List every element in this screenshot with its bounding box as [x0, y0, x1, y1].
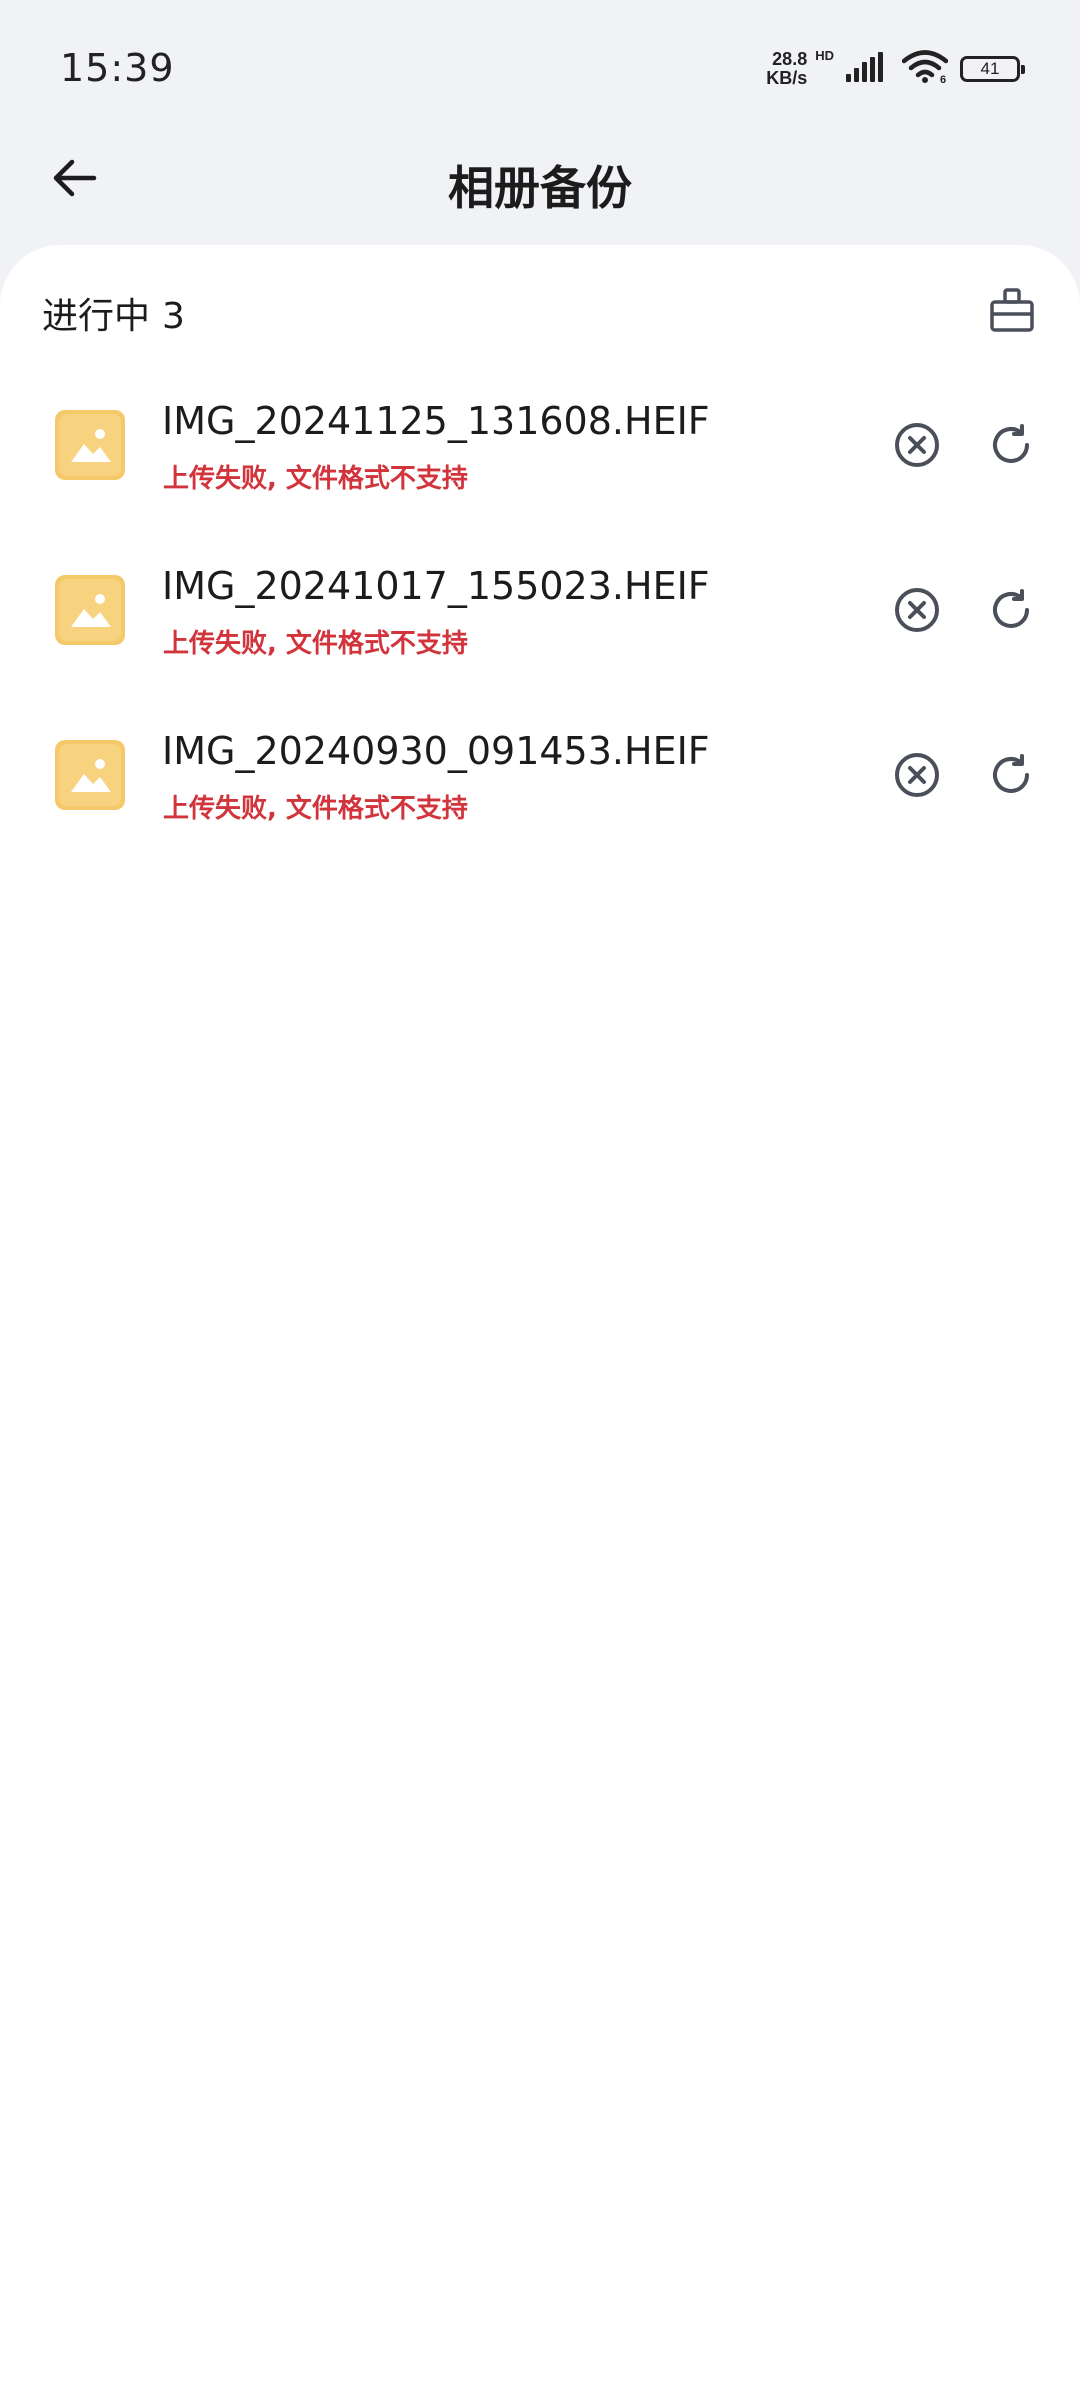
hd-badge: HD — [815, 48, 834, 63]
retry-button[interactable] — [984, 420, 1038, 474]
page-title: 相册备份 — [448, 161, 632, 215]
image-icon — [55, 410, 125, 480]
clear-button[interactable] — [984, 285, 1040, 341]
file-status: 上传失败, 文件格式不支持 — [163, 464, 468, 494]
upload-list-card: 进行中 3 IMG_20241125_131608.HEIF 上传失败, 文件格… — [0, 245, 1080, 2400]
wifi-icon: 6 — [901, 50, 949, 88]
refresh-icon — [987, 751, 1035, 803]
close-circle-icon — [893, 751, 941, 803]
file-name: IMG_20241125_131608.HEIF — [162, 399, 710, 443]
broom-icon — [987, 286, 1037, 340]
section-label: 进行中 — [42, 296, 151, 337]
battery-icon: 41 — [960, 56, 1025, 82]
list-item[interactable]: IMG_20241125_131608.HEIF 上传失败, 文件格式不支持 — [0, 375, 1080, 540]
svg-text:6: 6 — [940, 74, 946, 84]
status-icons: 28.8 KB/s HD 6 41 — [766, 44, 1025, 94]
upload-list: IMG_20241125_131608.HEIF 上传失败, 文件格式不支持 I… — [0, 375, 1080, 870]
refresh-icon — [987, 421, 1035, 473]
battery-level: 41 — [980, 59, 1000, 78]
network-speed-value: 28.8 — [772, 49, 808, 69]
list-item[interactable]: IMG_20240930_091453.HEIF 上传失败, 文件格式不支持 — [0, 705, 1080, 870]
cancel-button[interactable] — [890, 585, 944, 639]
network-speed: 28.8 KB/s — [766, 50, 807, 88]
section-count: 3 — [162, 296, 185, 337]
cancel-button[interactable] — [890, 420, 944, 474]
file-name: IMG_20241017_155023.HEIF — [162, 564, 710, 608]
close-circle-icon — [893, 586, 941, 638]
cancel-button[interactable] — [890, 750, 944, 804]
file-status: 上传失败, 文件格式不支持 — [163, 629, 468, 659]
list-item[interactable]: IMG_20241017_155023.HEIF 上传失败, 文件格式不支持 — [0, 540, 1080, 705]
file-status: 上传失败, 文件格式不支持 — [163, 794, 468, 824]
status-time: 15:39 — [60, 46, 175, 90]
signal-icon — [846, 52, 890, 86]
section-header: 进行中 3 — [42, 287, 185, 339]
image-icon — [55, 575, 125, 645]
retry-button[interactable] — [984, 750, 1038, 804]
image-icon — [55, 740, 125, 810]
file-name: IMG_20240930_091453.HEIF — [162, 729, 710, 773]
refresh-icon — [987, 586, 1035, 638]
close-circle-icon — [893, 421, 941, 473]
network-speed-unit: KB/s — [766, 68, 808, 88]
header: 相册备份 — [0, 130, 1080, 245]
retry-button[interactable] — [984, 585, 1038, 639]
status-bar: 15:39 28.8 KB/s HD 6 41 — [0, 0, 1080, 130]
